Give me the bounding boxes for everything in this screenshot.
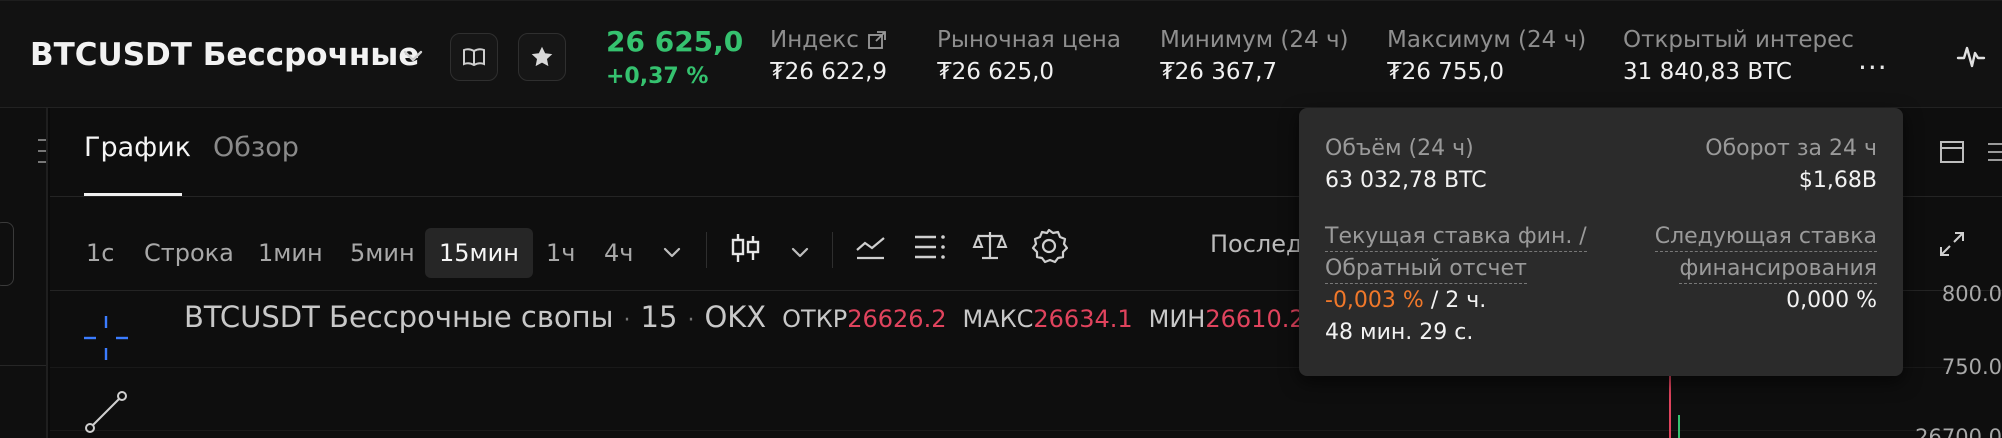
guide-button[interactable]: [450, 33, 498, 81]
symbol-title[interactable]: BTCUSDT Бессрочные: [30, 37, 419, 73]
next-funding-value: 0,000 %: [1786, 288, 1877, 313]
timeframe-1m[interactable]: 1мин: [244, 228, 337, 278]
candles-icon[interactable]: [728, 230, 764, 266]
legend-exchange: OKX: [704, 300, 767, 334]
stat-value: ₮26 755,0: [1387, 59, 1505, 85]
funding-rate-value: -0,003 % / 2 ч.: [1325, 288, 1486, 313]
legend-separator: ·: [687, 308, 695, 333]
legend-symbol: BTCUSDT Бессрочные свопы: [184, 300, 614, 334]
stat-value: ₮26 622,9: [770, 59, 888, 85]
funding-countdown-value: 48 мин. 29 с.: [1325, 320, 1474, 345]
stat-index: Индекс ₮26 622,9: [770, 27, 887, 85]
price-scale-tick: 800.0: [1941, 282, 2002, 306]
legend-open-value: 26626.2: [847, 305, 947, 333]
next-funding-label-cont[interactable]: финансирования: [1679, 256, 1877, 284]
stat-value: ₮26 625,0: [937, 59, 1055, 85]
legend-low-label: МИН: [1148, 305, 1206, 333]
more-icon[interactable]: ...: [1858, 43, 1888, 76]
legend-open-label: ОТКР: [782, 305, 848, 333]
external-link-icon[interactable]: [867, 30, 887, 50]
chevron-down-icon[interactable]: [788, 240, 812, 264]
stat-label: Индекс: [770, 27, 859, 53]
timeframe-1h[interactable]: 1ч: [532, 228, 589, 278]
volume-label: Объём (24 ч): [1325, 136, 1474, 161]
turnover-label: Оборот за 24 ч: [1705, 136, 1877, 161]
volume-value: 63 032,78 BTC: [1325, 168, 1487, 193]
price-scale-tick: 26700.0: [1915, 425, 2002, 438]
stat-mark-price: Рыночная цена ₮26 625,0: [937, 27, 1121, 85]
divider: [706, 232, 707, 268]
indicators-icon[interactable]: [854, 230, 888, 264]
funding-countdown-label[interactable]: Обратный отсчет: [1325, 256, 1527, 284]
stat-label: Минимум (24 ч): [1160, 27, 1349, 53]
funding-rate-label[interactable]: Текущая ставка фин. /: [1325, 224, 1587, 252]
funding-countdown-hours: / 2 ч.: [1423, 288, 1487, 313]
stat-value: ₮26 367,7: [1160, 59, 1278, 85]
market-header: BTCUSDT Бессрочные 26 625,0 +0,37 % Инде…: [0, 0, 2002, 108]
tab-chart[interactable]: График: [84, 132, 191, 163]
side-panel-input[interactable]: [0, 222, 14, 286]
trend-line-icon[interactable]: [82, 388, 130, 436]
list-icon[interactable]: [912, 230, 948, 264]
gridline: [50, 430, 1950, 431]
stat-value: 31 840,83 BTC: [1623, 59, 1792, 85]
next-funding-label[interactable]: Следующая ставка: [1654, 224, 1877, 252]
favorite-button[interactable]: [518, 33, 566, 81]
timeframe-1s[interactable]: 1с: [72, 228, 128, 278]
divider: [832, 232, 833, 268]
menu-icon[interactable]: [1984, 138, 2002, 166]
legend-high-label: МАКС: [962, 305, 1034, 333]
chevron-down-icon[interactable]: [660, 240, 684, 264]
turnover-value: $1,68B: [1798, 168, 1877, 193]
price-change-percent: +0,37 %: [606, 64, 709, 89]
drag-handle-icon[interactable]: [38, 136, 46, 166]
stat-label: Рыночная цена: [937, 27, 1121, 53]
stat-low-24h: Минимум (24 ч) ₮26 367,7: [1160, 27, 1349, 85]
stat-label: Открытый интерес: [1623, 27, 1854, 53]
timeframe-line[interactable]: Строка: [130, 228, 248, 278]
stat-label: Максимум (24 ч): [1387, 27, 1587, 53]
candle-wick: [1678, 415, 1680, 438]
last-price: 26 625,0: [606, 25, 744, 58]
price-scale-tick: 750.0: [1941, 355, 2002, 379]
star-icon: [531, 46, 553, 67]
price-type-selector[interactable]: Послед: [1210, 230, 1303, 258]
activity-icon[interactable]: [1956, 41, 1986, 71]
scales-icon[interactable]: [972, 228, 1008, 264]
funding-rate: -0,003 %: [1325, 288, 1424, 313]
stat-open-interest: Открытый интерес 31 840,83 BTC: [1623, 27, 1854, 85]
legend-high-value: 26634.1: [1033, 305, 1133, 333]
market-stats-popover: Объём (24 ч) 63 032,78 BTC Оборот за 24 …: [1299, 108, 1903, 376]
legend-low-value: 26610.2: [1205, 305, 1305, 333]
timeframe-15m[interactable]: 15мин: [425, 228, 533, 278]
expand-icon[interactable]: [1938, 230, 1966, 258]
timeframe-4h[interactable]: 4ч: [590, 228, 647, 278]
chevron-down-icon[interactable]: [400, 46, 426, 66]
timeframe-5m[interactable]: 5мин: [336, 228, 429, 278]
tab-overview[interactable]: Обзор: [213, 132, 299, 163]
chart-legend: BTCUSDT Бессрочные свопы · 15 · OKX ОТКР…: [184, 300, 1305, 334]
legend-separator: ·: [623, 308, 631, 333]
layout-icon[interactable]: [1938, 138, 1966, 166]
gear-icon[interactable]: [1030, 227, 1068, 265]
crosshair-icon[interactable]: [82, 314, 130, 362]
legend-interval: 15: [640, 300, 678, 334]
candle-wick: [1669, 370, 1671, 438]
divider: [0, 365, 46, 366]
stat-high-24h: Максимум (24 ч) ₮26 755,0: [1387, 27, 1586, 85]
book-icon: [463, 48, 485, 67]
